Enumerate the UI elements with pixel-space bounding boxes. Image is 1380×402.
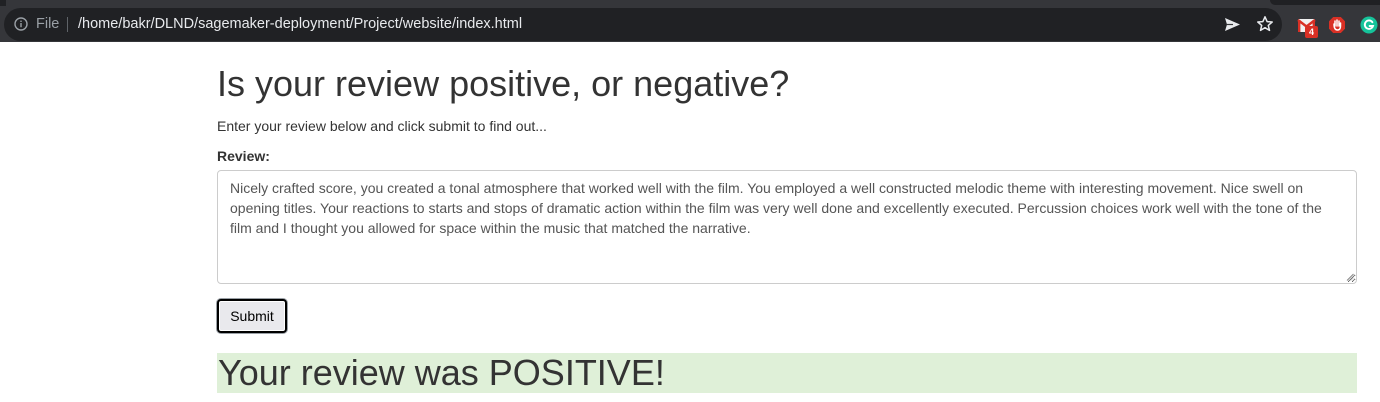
mail-count-badge: 4	[1305, 26, 1318, 38]
stop-hand-extension-icon[interactable]	[1328, 16, 1346, 34]
result-banner: Your review was POSITIVE!	[217, 353, 1357, 393]
address-bar-divider	[67, 17, 68, 32]
send-icon[interactable]	[1224, 16, 1241, 33]
resize-grip-icon[interactable]	[1346, 273, 1354, 281]
grammarly-extension-icon[interactable]	[1360, 16, 1378, 34]
page-subtitle: Enter your review below and click submit…	[217, 118, 547, 134]
url-text[interactable]: /home/bakr/DLND/sagemaker-deployment/Pro…	[78, 15, 522, 34]
star-icon[interactable]	[1256, 15, 1274, 33]
review-label: Review:	[217, 148, 270, 164]
submit-button[interactable]: Submit	[217, 299, 287, 333]
url-scheme-label: File	[36, 16, 60, 32]
review-textarea[interactable]: Nicely crafted score, you created a tona…	[217, 170, 1357, 284]
page-title: Is your review positive, or negative?	[217, 63, 790, 104]
tab-strip-edge	[1270, 0, 1380, 5]
browser-toolbar: File /home/bakr/DLND/sagemaker-deploymen…	[0, 0, 1380, 42]
info-icon[interactable]	[14, 17, 28, 31]
review-text[interactable]: Nicely crafted score, you created a tona…	[230, 180, 1322, 236]
tab-strip-edge	[0, 0, 6, 6]
